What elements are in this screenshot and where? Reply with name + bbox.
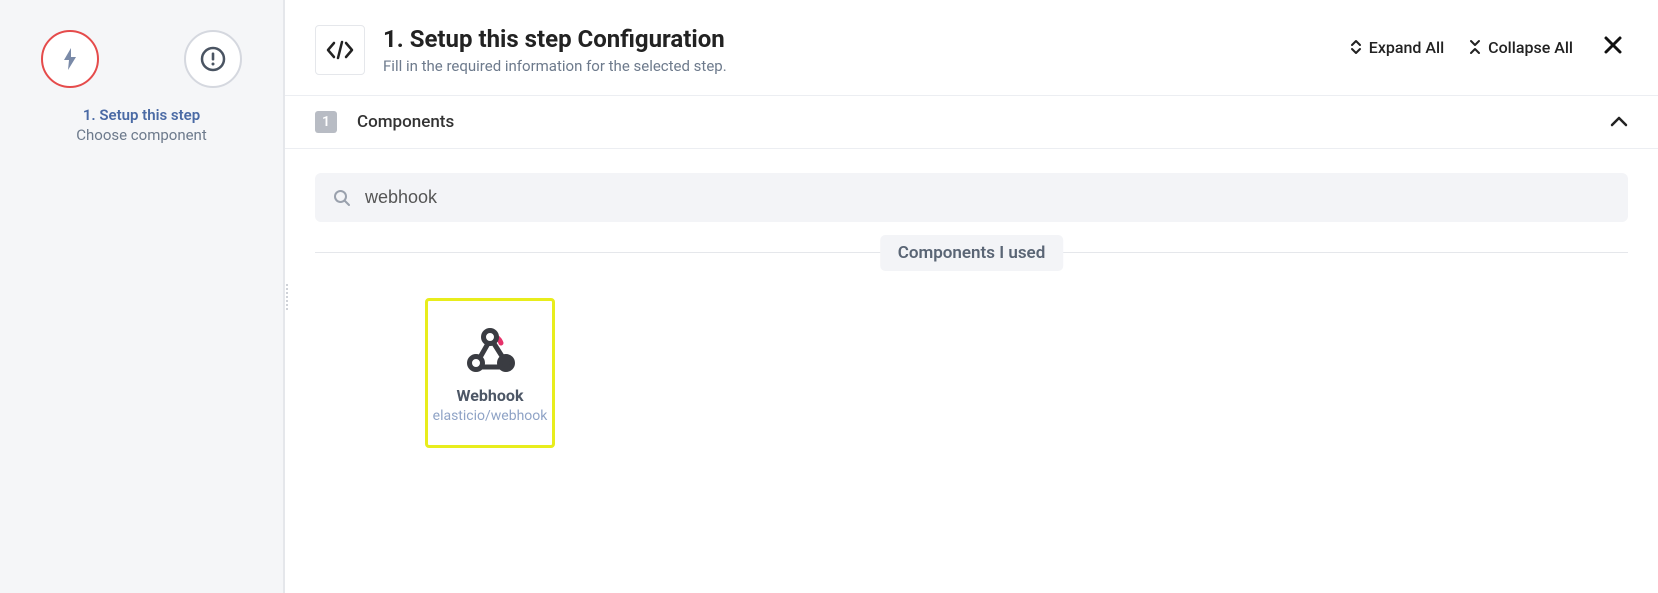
expand-icon [1350, 39, 1362, 55]
component-card-webhook[interactable]: Webhook elasticio/webhook [425, 298, 555, 448]
sidebar-labels: 1. Setup this step Choose component [76, 106, 207, 144]
header-actions: Expand All Collapse All [1350, 25, 1628, 59]
collapse-icon [1469, 39, 1481, 55]
close-button[interactable] [1598, 35, 1628, 59]
results-grid: Webhook elasticio/webhook [285, 273, 1658, 448]
main-panel: 1. Setup this step Configuration Fill in… [284, 0, 1658, 593]
search-area [285, 149, 1658, 237]
search-box[interactable] [315, 173, 1628, 222]
search-input[interactable] [365, 187, 1610, 208]
header-text-block: 1. Setup this step Configuration Fill in… [383, 25, 727, 75]
alert-icon [200, 46, 226, 72]
sidebar: 1. Setup this step Choose component [0, 0, 284, 593]
section-title: Components [357, 112, 454, 132]
section-header-components[interactable]: 1 Components [285, 95, 1658, 149]
step-nodes [41, 30, 242, 88]
expand-all-label: Expand All [1369, 38, 1444, 57]
sidebar-step-title: 1. Setup this step [76, 106, 207, 124]
code-icon [325, 40, 355, 60]
component-card-title: Webhook [457, 386, 524, 405]
step-node-setup[interactable] [41, 30, 99, 88]
collapse-all-button[interactable]: Collapse All [1469, 38, 1573, 57]
divider-line-left [315, 252, 972, 253]
chevron-up-icon [1610, 116, 1628, 128]
search-icon [333, 189, 351, 207]
sidebar-step-sub: Choose component [76, 126, 207, 144]
section-badge: 1 [315, 111, 337, 133]
component-card-subtitle: elasticio/webhook [433, 408, 548, 424]
webhook-icon [460, 323, 520, 378]
section-collapse-button[interactable] [1610, 113, 1628, 132]
resize-handle[interactable] [286, 284, 288, 310]
page-title: 1. Setup this step Configuration [383, 25, 727, 53]
header-icon [315, 25, 365, 75]
lightning-icon [60, 46, 80, 72]
divider-line-right [972, 252, 1629, 253]
page-subtitle: Fill in the required information for the… [383, 57, 727, 75]
main-header: 1. Setup this step Configuration Fill in… [285, 0, 1658, 95]
divider-label: Components I used [880, 235, 1064, 271]
expand-all-button[interactable]: Expand All [1350, 38, 1444, 57]
step-node-next[interactable] [184, 30, 242, 88]
divider-row: Components I used [315, 252, 1628, 253]
close-icon [1603, 35, 1623, 55]
collapse-all-label: Collapse All [1488, 38, 1573, 57]
